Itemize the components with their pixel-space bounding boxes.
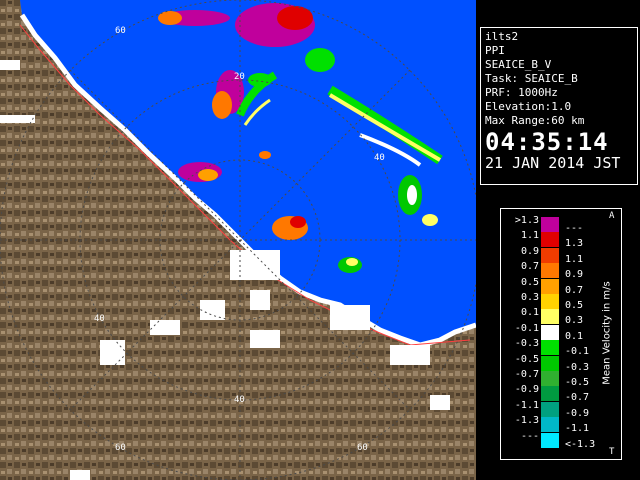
legend-row: -1.3 -1.1 [501, 415, 601, 434]
velocity-color-legend: >1.3 --- 1.1 1.3 0.9 1.1 0.7 0.9 0.5 0.7 0.3 0.5 0.1… [500, 208, 622, 460]
legend-swatch [541, 432, 559, 448]
legend-row: 1.1 1.3 [501, 230, 601, 249]
legend-row: --- <-1.3 [501, 430, 601, 450]
legend-low-value: -0.1 [514, 322, 539, 334]
product-type: PPI [485, 44, 505, 57]
legend-low-value: --- [520, 430, 539, 442]
legend-low-value: 0.1 [520, 307, 539, 319]
legend-row: -0.5 -0.3 [501, 353, 601, 373]
range-label-60-southeast: 60 [357, 443, 368, 453]
range-label-60-northwest: 60 [115, 26, 126, 36]
legend-corner-top: A [609, 211, 615, 221]
legend-low-value: 1.1 [520, 230, 539, 242]
legend-row: 0.1 0.3 [501, 307, 601, 326]
legend-row: -0.3 -0.1 [501, 338, 601, 357]
range-label-60-southwest: 60 [115, 443, 126, 453]
task-name: Task: SEAICE_B [485, 72, 578, 85]
legend-row: 0.9 1.1 [501, 245, 601, 265]
legend-corner-bottom: T [609, 447, 615, 457]
legend-row: 0.5 0.7 [501, 276, 601, 296]
range-label-20-north: 20 [234, 72, 245, 82]
legend-row: -1.1 -0.9 [501, 399, 601, 419]
legend-low-value: -0.7 [514, 369, 539, 380]
field-name: SEAICE_B_V [485, 58, 552, 71]
scan-time: 04:35:14 [485, 128, 609, 156]
legend-row: -0.9 -0.7 [501, 384, 601, 403]
legend-row: 0.7 0.9 [501, 261, 601, 280]
legend-low-value: -0.5 [514, 353, 539, 365]
legend-low-value: -0.9 [514, 384, 539, 396]
legend-low-value: 0.7 [520, 261, 539, 273]
legend-low-value: 0.9 [520, 245, 539, 257]
legend-low-value: 0.3 [520, 292, 539, 303]
scan-date: 21 JAN 2014 JST [485, 154, 621, 172]
elevation-value: Elevation:1.0 [485, 100, 572, 113]
legend-row: 0.3 0.5 [501, 292, 601, 311]
range-label-40-east: 40 [374, 153, 385, 163]
legend-row: -0.7 -0.5 [501, 369, 601, 388]
range-label-40-south: 40 [234, 395, 245, 405]
legend-low-value: -1.1 [514, 399, 539, 411]
scan-info-panel: ilts2 PPI SEAICE_B_V Task: SEAICE_B PRF:… [480, 27, 638, 185]
legend-low-value: 0.5 [520, 276, 539, 288]
max-range-value: Max Range:60 km [485, 114, 585, 127]
prf-value: PRF: 1000Hz [485, 86, 558, 99]
range-label-40-southwest: 40 [94, 314, 105, 324]
site-name: ilts2 [485, 30, 519, 43]
legend-row: >1.3 --- [501, 215, 601, 234]
legend-row: -0.1 0.1 [501, 322, 601, 342]
legend-title-box: Mean Velocity in m/s [597, 221, 617, 445]
radar-ppi-display[interactable]: 20 60 40 40 40 60 60 [0, 0, 476, 480]
legend-low-value: -0.3 [514, 338, 539, 350]
legend-high-value: <-1.3 [565, 438, 596, 450]
legend-title: Mean Velocity in m/s [601, 281, 613, 385]
legend-low-value: >1.3 [514, 215, 539, 226]
legend-low-value: -1.3 [514, 415, 539, 427]
